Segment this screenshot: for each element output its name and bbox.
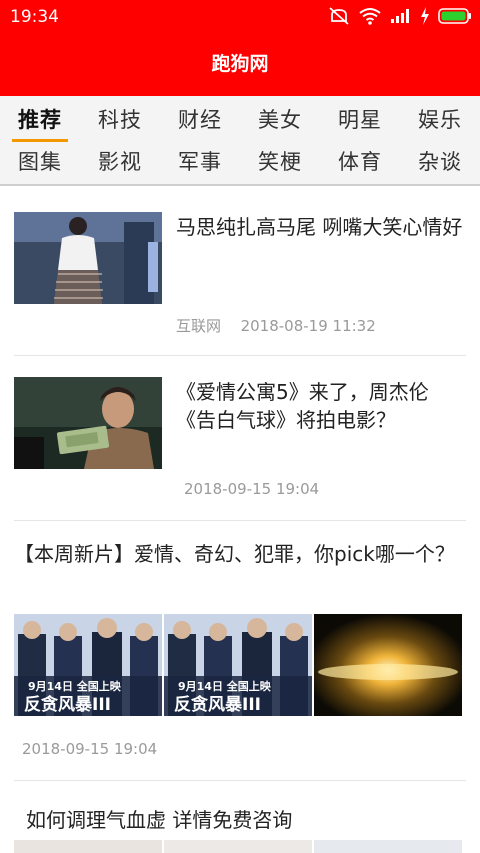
news-meta: 2018-09-15 19:04 [22,740,157,758]
app-bar: 跑狗网 [0,36,480,96]
tab-finance[interactable]: 财经 [168,100,232,140]
news-title: 【本周新片】爱情、奇幻、犯罪，你pick哪一个？ [14,542,455,566]
tab-movies[interactable]: 影视 [88,142,152,182]
news-thumbnail [14,212,162,304]
charging-icon [420,7,430,25]
news-image [314,840,462,853]
news-time: 2018-09-15 19:04 [22,740,158,758]
news-time: 2018-08-19 11:32 [240,317,376,335]
poster-date-text: 9月14日 全国上映 [28,679,122,693]
battery-icon [438,7,472,25]
tab-jokes[interactable]: 笑梗 [248,142,312,182]
news-title: 如何调理气血虚 详情免费咨询 [26,808,293,832]
news-image [14,840,162,853]
app-title: 跑狗网 [211,53,269,75]
category-tabs: 推荐 科技 财经 美女 明星 娱乐 图集 影视 军事 笑梗 体育 杂谈 [0,96,480,186]
news-image [314,614,462,716]
tab-recommend[interactable]: 推荐 [8,100,72,142]
tab-beauty[interactable]: 美女 [248,100,312,140]
news-image: 9月14日 全国上映 反贪风暴III [164,614,312,716]
news-meta: 互联网 2018-08-19 11:32 [176,315,376,336]
news-image: 9月14日 全国上映 反贪风暴III [14,614,162,716]
news-image-strip [14,840,462,853]
tab-military[interactable]: 军事 [168,142,232,182]
divider [14,780,466,781]
news-image [164,840,312,853]
news-meta: 2018-09-15 19:04 [184,480,319,498]
news-item[interactable]: 《爱情公寓5》来了，周杰伦《告白气球》将拍电影？ 2018-09-15 19:0… [14,377,466,498]
news-title: 马思纯扎高马尾 咧嘴大笑心情好 [176,215,463,239]
tab-gallery[interactable]: 图集 [8,142,72,182]
status-icons [328,6,472,26]
signal-icon [390,8,412,24]
poster-title-text: 反贪风暴III [24,694,111,715]
news-source: 互联网 [176,317,222,335]
news-time: 2018-09-15 19:04 [184,480,320,498]
news-image-strip: 9月14日 全国上映 反贪风暴III 9月14日 全国上映 反贪风暴III [14,614,462,716]
mute-icon [328,6,350,26]
status-bar: 19:34 [0,0,480,36]
divider [14,520,466,521]
news-thumbnail [14,377,162,469]
tab-sports[interactable]: 体育 [328,142,392,182]
news-item[interactable]: 马思纯扎高马尾 咧嘴大笑心情好 互联网 2018-08-19 11:32 [14,212,466,335]
status-time: 19:34 [10,7,59,27]
news-feed: 马思纯扎高马尾 咧嘴大笑心情好 互联网 2018-08-19 11:32 《爱情… [0,188,480,853]
poster-date-text: 9月14日 全国上映 [178,679,272,693]
tab-tech[interactable]: 科技 [88,100,152,140]
poster-title-text: 反贪风暴III [174,694,261,715]
divider [14,355,466,356]
tab-misc[interactable]: 杂谈 [408,142,472,182]
news-title: 《爱情公寓5》来了，周杰伦《告白气球》将拍电影？ [176,380,429,432]
wifi-icon [358,7,382,25]
tab-entertainment[interactable]: 娱乐 [408,100,472,140]
tab-celebrity[interactable]: 明星 [328,100,392,140]
